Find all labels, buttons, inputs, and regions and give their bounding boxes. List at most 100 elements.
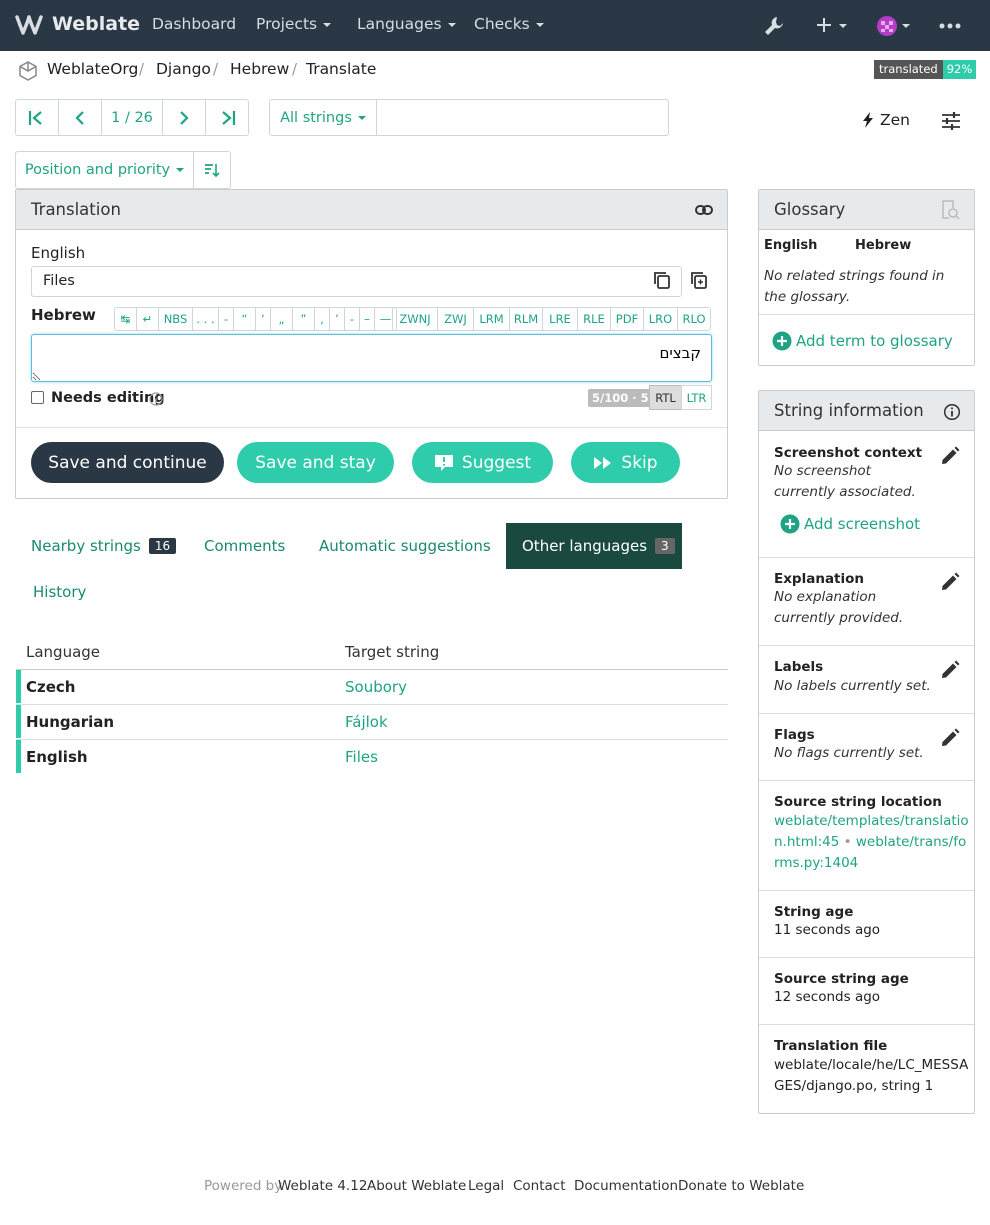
edit-screenshot-pencil-icon[interactable] [940,446,960,466]
insert-character-button[interactable]: ↹ [114,307,137,331]
breadcrumb-org[interactable]: WeblateOrg [47,60,138,78]
breadcrumb-language[interactable]: Hebrew [230,60,289,78]
footer-version-link[interactable]: Weblate 4.12 [278,1178,367,1194]
clone-source-icon[interactable] [690,271,708,289]
brand-name[interactable]: Weblate [52,13,140,35]
insert-character-button[interactable]: RLO [677,307,711,331]
insert-character-button[interactable]: ↵ [136,307,159,331]
footer-legal-link[interactable]: Legal [468,1178,504,1194]
insert-character-button[interactable]: ‑ [218,307,234,331]
target-language-label: Hebrew [31,306,96,324]
edit-explanation-pencil-icon[interactable] [940,572,960,592]
edit-labels-pencil-icon[interactable] [940,660,960,680]
strings-filter-dropdown[interactable]: All strings [269,99,377,136]
tab-nearby-strings[interactable]: Nearby strings 16 [31,537,177,555]
insert-character-button[interactable]: ZWNJ [392,307,438,331]
insert-character-button[interactable]: ” [292,307,315,331]
flags-value: No flags currently set. [774,745,924,761]
footer-documentation-link[interactable]: Documentation [574,1178,678,1194]
breadcrumb-project[interactable]: Django [156,60,211,78]
sort-dropdown[interactable]: Position and priority [15,151,194,189]
target-string-link[interactable]: Fájlok [345,713,388,731]
previous-string-button[interactable] [58,99,102,136]
nav-dashboard[interactable]: Dashboard [152,15,236,33]
insert-character-button[interactable]: „ [270,307,293,331]
location-separator: • [843,834,856,850]
tab-history[interactable]: History [33,583,86,601]
suggest-button[interactable]: Suggest [412,442,553,483]
next-string-button[interactable] [162,99,206,136]
status-badge-percent: 92% [942,60,977,79]
insert-character-button[interactable]: “ [233,307,256,331]
labels-value: No labels currently set. [774,678,931,694]
insert-character-button[interactable]: RLE [577,307,611,331]
nav-languages[interactable]: Languages [357,15,456,33]
rtl-button[interactable]: RTL [649,385,682,410]
character-counter: 5/100 · 5 [588,389,653,407]
insert-character-button[interactable]: , [314,307,330,331]
insert-character-button[interactable]: PDF [610,307,644,331]
add-menu[interactable] [815,16,851,36]
copy-icon[interactable] [653,271,671,289]
needs-editing-label[interactable]: Needs editing [51,390,165,406]
insert-character-button[interactable]: ‘ [255,307,271,331]
wrench-icon[interactable] [763,15,785,37]
breadcrumb-separator: / [139,60,145,78]
footer-about-link[interactable]: About Weblate [367,1178,466,1194]
info-circle-icon[interactable] [149,392,163,406]
weblate-logo-icon[interactable] [15,13,43,37]
add-screenshot-button[interactable]: Add screenshot [780,514,920,534]
tab-automatic-suggestions[interactable]: Automatic suggestions [319,537,491,555]
needs-editing-checkbox[interactable] [31,391,44,404]
user-avatar[interactable] [876,14,912,38]
target-string-link[interactable]: Files [345,748,378,766]
insert-character-button[interactable]: LRM [473,307,510,331]
first-string-button[interactable] [15,99,59,136]
insert-character-button[interactable]: NBS [158,307,193,331]
insert-character-button[interactable]: ’ [329,307,345,331]
nav-checks[interactable]: Checks [474,15,544,33]
insert-character-button[interactable]: LRE [542,307,578,331]
chevron-down-icon [323,22,332,27]
sort-direction-button[interactable] [193,151,231,189]
last-string-button[interactable] [205,99,249,136]
settings-sliders-icon[interactable] [941,112,961,130]
insert-character-button[interactable]: LRO [643,307,678,331]
org-icon [17,60,39,82]
chevron-right-icon [180,110,189,125]
source-text: Files [43,273,75,289]
target-string-link[interactable]: Soubory [345,678,407,696]
explanation-value: No explanation currently provided. [774,589,904,626]
nav-projects[interactable]: Projects [256,15,332,33]
tab-other-languages[interactable]: Other languages 3 [506,523,682,569]
zen-button[interactable]: Zen [862,111,910,129]
insert-character-button[interactable]: . . . [192,307,219,331]
info-icon[interactable] [944,404,960,420]
save-and-continue-button[interactable]: Save and continue [31,442,224,483]
chevron-down-icon [535,22,544,27]
skip-button[interactable]: Skip [571,442,680,483]
translation-file-title: Translation file [774,1038,888,1054]
insert-character-button[interactable]: - [344,307,360,331]
footer-donate-link[interactable]: Donate to Weblate [678,1178,804,1194]
add-term-label: Add term to glossary [796,332,953,350]
more-menu-icon[interactable] [938,22,962,30]
insert-character-button[interactable]: ZWJ [437,307,474,331]
save-and-stay-button[interactable]: Save and stay [237,442,394,483]
footer-contact-link[interactable]: Contact [513,1178,566,1194]
top-navbar: Weblate Dashboard Projects Languages Che… [0,0,990,51]
insert-character-button[interactable]: – [359,307,375,331]
tab-comments[interactable]: Comments [204,537,285,555]
position-indicator[interactable]: 1 / 26 [101,99,163,136]
link-icon[interactable] [695,201,713,219]
add-term-button[interactable]: Add term to glossary [772,331,953,351]
sort-label: Position and priority [24,162,171,178]
string-information-header: String information [759,391,974,431]
search-input[interactable] [376,99,669,136]
edit-flags-pencil-icon[interactable] [940,728,960,748]
ltr-button[interactable]: LTR [681,385,712,410]
insert-character-button[interactable]: RLM [509,307,543,331]
chevron-down-icon [447,22,456,27]
glossary-search-icon[interactable] [940,200,960,220]
translation-textarea[interactable]: קבצים [31,334,712,382]
